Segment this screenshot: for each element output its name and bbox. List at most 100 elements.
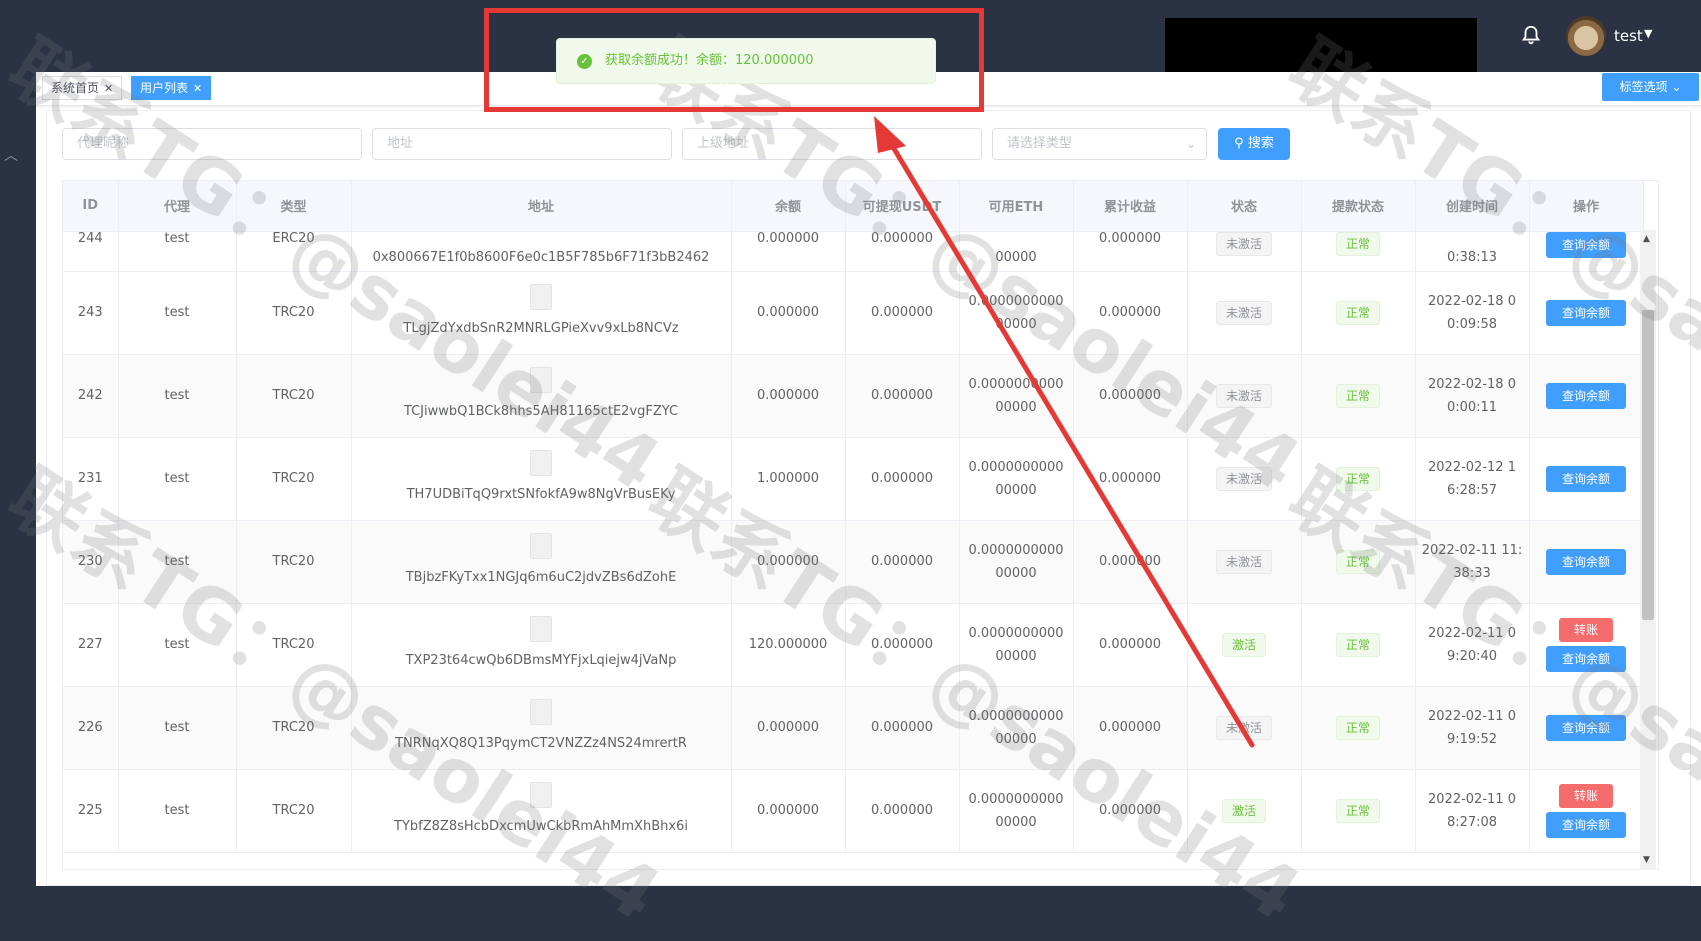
cell-withdrawable: 0.000000 bbox=[845, 231, 960, 272]
column-header[interactable]: ID bbox=[63, 181, 119, 232]
close-icon[interactable]: ✕ bbox=[104, 82, 113, 95]
address-input[interactable]: 地址 bbox=[372, 128, 672, 160]
column-header[interactable]: 操作 bbox=[1529, 181, 1644, 232]
cell-withdrawable: 0.000000 bbox=[845, 686, 960, 770]
chevron-up-icon[interactable]: ︿ bbox=[4, 145, 18, 165]
query-balance-button[interactable]: 查询余额 bbox=[1546, 299, 1626, 326]
table-row: 230 test TRC20 TBjbzFKyTxx1NGJq6m6uC2jdvZBs… bbox=[63, 520, 1644, 604]
column-header[interactable]: 创建时间 bbox=[1415, 181, 1530, 232]
eth-line: 00000 bbox=[995, 814, 1037, 830]
tag-user-list[interactable]: 用户列表 ✕ bbox=[131, 76, 212, 100]
transfer-button[interactable]: 转账 bbox=[1559, 783, 1613, 808]
column-header[interactable]: 可提现USDT bbox=[845, 181, 960, 232]
qr-code-image[interactable] bbox=[530, 449, 552, 476]
table-row: 231 test TRC20 TH7UDBiTqQ9rxtSNfokfA9w8NgVr… bbox=[63, 437, 1644, 521]
cell-withdraw-status: 正常 bbox=[1301, 686, 1416, 770]
created-line: 2022-02-18 0 bbox=[1428, 376, 1516, 392]
cell-address: TXP23t64cwQb6DBmsMYFjxLqiejw4jVaNp bbox=[351, 603, 732, 687]
cell-address: TCJiwwbQ1BCk8hhs5AH81165ctE2vgFZYC bbox=[351, 354, 732, 438]
query-balance-button[interactable]: 查询余额 bbox=[1546, 811, 1626, 838]
cell-eth: 0.0000000000 00000 bbox=[959, 603, 1074, 687]
column-header[interactable]: 可用ETH bbox=[959, 181, 1074, 232]
scroll-up-icon[interactable]: ▲ bbox=[1643, 234, 1650, 244]
redacted-area bbox=[1165, 18, 1477, 72]
address-text: TNRNqXQ8Q13PqymCT2VNZZz4NS24mrertR bbox=[395, 736, 687, 751]
column-header[interactable]: 提款状态 bbox=[1301, 181, 1416, 232]
address-text: TXP23t64cwQb6DBmsMYFjxLqiejw4jVaNp bbox=[405, 653, 677, 668]
scrollbar-thumb[interactable] bbox=[1642, 310, 1654, 620]
cell-created: 2022-02-18 0 0:00:11 bbox=[1415, 354, 1530, 438]
column-header[interactable]: 累计收益 bbox=[1073, 181, 1188, 232]
cell-balance: 1.000000 bbox=[731, 437, 846, 521]
withdraw-status-badge: 正常 bbox=[1335, 798, 1380, 823]
cell-type: TRC20 bbox=[236, 354, 352, 438]
user-name[interactable]: test bbox=[1614, 27, 1643, 45]
chevron-down-icon: ⌄ bbox=[1185, 137, 1196, 151]
bell-icon[interactable] bbox=[1520, 24, 1542, 46]
column-header[interactable]: 状态 bbox=[1187, 181, 1302, 232]
created-line: 2022-02-11 0 bbox=[1428, 791, 1516, 807]
cell-eth: 0.0000000000 00000 bbox=[959, 769, 1074, 853]
cell-earnings: 0.000000 bbox=[1073, 603, 1188, 687]
cell-agent: test bbox=[118, 231, 237, 272]
tag-home[interactable]: 系统首页 ✕ bbox=[42, 76, 123, 100]
query-balance-button[interactable]: 查询余额 bbox=[1546, 465, 1626, 492]
avatar[interactable] bbox=[1566, 16, 1606, 56]
eth-line: 0.0000000000 bbox=[968, 293, 1064, 309]
close-icon[interactable]: ✕ bbox=[193, 82, 202, 95]
qr-code-image[interactable] bbox=[530, 698, 552, 725]
cell-withdraw-status: 正常 bbox=[1301, 354, 1416, 438]
qr-code-image[interactable] bbox=[530, 283, 552, 310]
cell-created: 2022-02-12 1 6:28:57 bbox=[1415, 437, 1530, 521]
scroll-down-icon[interactable]: ▼ bbox=[1643, 855, 1650, 865]
cell-address: TNRNqXQ8Q13PqymCT2VNZZz4NS24mrertR bbox=[351, 686, 732, 770]
vertical-scrollbar[interactable]: ▲ ▼ bbox=[1640, 230, 1656, 870]
address-text: TBjbzFKyTxx1NGJq6m6uC2jdvZBs6dZohE bbox=[405, 570, 677, 585]
created-line: 2022-02-11 11: bbox=[1421, 542, 1523, 558]
cell-type: TRC20 bbox=[236, 769, 352, 853]
column-header[interactable]: 代理 bbox=[118, 181, 237, 232]
cell-status: 未激活 bbox=[1187, 271, 1302, 355]
cell-action: 查询余额 bbox=[1529, 437, 1644, 521]
cell-id: 244 bbox=[63, 231, 119, 272]
tag-options-button[interactable]: 标签选项 ⌄ bbox=[1602, 73, 1699, 101]
cell-type: TRC20 bbox=[236, 520, 352, 604]
caret-down-icon[interactable]: ▼ bbox=[1644, 27, 1652, 40]
table-row: 225 test TRC20 TYbfZ8Z8sHcbDxcmUwCkbRmAhMmX… bbox=[63, 769, 1644, 853]
cell-action: 查询余额 bbox=[1529, 520, 1644, 604]
cell-status: 未激活 bbox=[1187, 354, 1302, 438]
column-header[interactable]: 余额 bbox=[731, 181, 846, 232]
agent-nickname-input[interactable]: 代理昵称 bbox=[62, 128, 362, 160]
query-balance-button[interactable]: 查询余额 bbox=[1546, 231, 1626, 258]
type-select[interactable]: 请选择类型 ⌄ bbox=[992, 128, 1207, 160]
cell-action: 转账 查询余额 bbox=[1529, 603, 1644, 687]
cell-withdrawable: 0.000000 bbox=[845, 520, 960, 604]
qr-code-image[interactable] bbox=[530, 532, 552, 559]
query-balance-button[interactable]: 查询余额 bbox=[1546, 645, 1626, 672]
qr-code-image[interactable] bbox=[530, 615, 552, 642]
query-balance-button[interactable]: 查询余额 bbox=[1546, 714, 1626, 741]
qr-code-image[interactable] bbox=[530, 366, 552, 393]
table-header: ID 代理 类型 地址 余额 可提现USDT 可用ETH 累计收益 状态 提款状… bbox=[63, 181, 1644, 232]
column-header[interactable]: 地址 bbox=[351, 181, 732, 232]
search-button[interactable]: ⚲ 搜索 bbox=[1218, 128, 1290, 160]
query-balance-button[interactable]: 查询余额 bbox=[1546, 548, 1626, 575]
eth-line: 0.0000000000 bbox=[968, 791, 1064, 807]
parent-address-input[interactable]: 上级地址 bbox=[682, 128, 982, 160]
address-text: TH7UDBiTqQ9rxtSNfokfA9w8NgVrBusEKy bbox=[406, 487, 676, 502]
query-balance-button[interactable]: 查询余额 bbox=[1546, 382, 1626, 409]
cell-balance: 0.000000 bbox=[731, 769, 846, 853]
cell-address: TBjbzFKyTxx1NGJq6m6uC2jdvZBs6dZohE bbox=[351, 520, 732, 604]
eth-line: 00000 bbox=[995, 482, 1037, 498]
withdraw-status-badge: 正常 bbox=[1335, 715, 1380, 740]
cell-status: 未激活 bbox=[1187, 520, 1302, 604]
eth-line: 0.0000000000 bbox=[968, 459, 1064, 475]
withdraw-status-badge: 正常 bbox=[1335, 300, 1380, 325]
cell-earnings: 0.000000 bbox=[1073, 520, 1188, 604]
transfer-button[interactable]: 转账 bbox=[1559, 617, 1613, 642]
cell-eth: 0.0000000000 00000 bbox=[959, 354, 1074, 438]
cell-status: 未激活 bbox=[1187, 231, 1302, 272]
qr-code-image[interactable] bbox=[530, 781, 552, 808]
eth-line: 0.0000000000 bbox=[968, 625, 1064, 641]
column-header[interactable]: 类型 bbox=[236, 181, 352, 232]
